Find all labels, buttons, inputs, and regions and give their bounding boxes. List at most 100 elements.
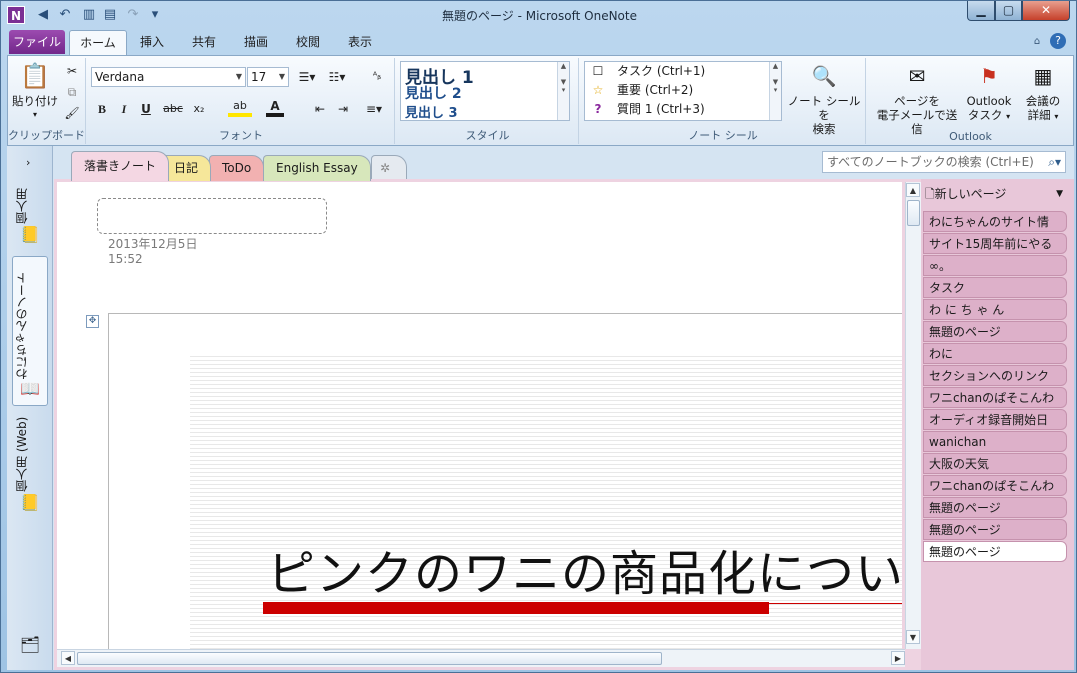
page-tab[interactable]: ワニchanのぱそこんわ	[923, 387, 1067, 408]
page-tab[interactable]: サイト15周年前にやる	[923, 233, 1067, 254]
page-tab[interactable]: セクションへのリンク	[923, 365, 1067, 386]
vertical-scrollbar[interactable]: ▲ ▼	[905, 182, 921, 649]
tab-draw[interactable]: 描画	[241, 30, 271, 55]
copy-icon[interactable]: ⧉	[63, 83, 81, 101]
underline-button[interactable]: U	[138, 100, 154, 118]
cut-icon[interactable]: ✂	[63, 62, 81, 80]
scroll-up-icon[interactable]: ▲	[906, 183, 920, 197]
clipboard-group-label: クリップボード	[8, 129, 85, 142]
font-name-select[interactable]: Verdana ▼	[91, 67, 246, 87]
page-tab[interactable]: 無題のページ	[923, 519, 1067, 540]
style-heading-3[interactable]: 見出し 3	[405, 102, 458, 121]
onenote-window: N ◀ ↶ ▥ ▤ ↷ ▾ 無題のページ - Microsoft OneNote…	[0, 0, 1077, 673]
page-tab[interactable]: wanichan	[923, 431, 1067, 452]
question-icon: ?	[594, 102, 602, 116]
page-tab-active[interactable]: 無題のページ	[923, 541, 1067, 562]
notebook-web-icon: 📒	[20, 493, 40, 512]
font-group-label: フォント	[219, 129, 263, 142]
find-tags-icon: 🔍	[811, 64, 837, 88]
tab-home[interactable]: ホーム	[69, 30, 127, 55]
notebook-personal[interactable]: 個人用	[13, 182, 47, 224]
styles-gallery-scroll[interactable]: ▲ ▼ ▾	[557, 62, 569, 120]
page-tab[interactable]: わに	[923, 343, 1067, 364]
page-tab[interactable]: タスク	[923, 277, 1067, 298]
tag-task[interactable]: ☐ タスク (Ctrl+1)	[589, 62, 706, 81]
tags-gallery-scroll[interactable]: ▲ ▼ ▾	[769, 62, 781, 120]
find-tags-button[interactable]: 🔍 ノート シールを 検索	[785, 60, 863, 136]
tab-insert[interactable]: 挿入	[137, 30, 167, 55]
numbering-icon[interactable]: ☷▾	[325, 68, 349, 86]
search-icon[interactable]: ⌕▾	[1048, 152, 1061, 172]
new-section-tab[interactable]: ✲	[371, 155, 407, 181]
section-tab-english-essay[interactable]: English Essay	[263, 155, 371, 181]
styles-group-label: スタイル	[465, 129, 510, 142]
search-input[interactable]: すべてのノートブックの検索 (Ctrl+E) ⌕▾	[822, 151, 1066, 173]
outlook-tasks-button[interactable]: ⚑ Outlook タスク ▾	[964, 60, 1014, 124]
scroll-right-icon[interactable]: ▶	[891, 651, 905, 665]
font-size-select[interactable]: 17 ▼	[247, 67, 289, 87]
notebook-wani[interactable]: わにちゃんのノート	[13, 264, 47, 380]
minimize-button[interactable]: ▁	[967, 1, 995, 21]
chevron-down-icon[interactable]: ▼	[1056, 183, 1063, 205]
notebook-personal-web[interactable]: 個人用 (Web)	[13, 412, 47, 492]
page-date-text: 2013年12月5日	[108, 237, 198, 251]
ribbon: 📋 貼り付け ▾ ✂ ⧉ 🖌 クリップボード Verdana ▼ 17 ▼ ☰▾ ☷…	[7, 55, 1074, 146]
tag-question[interactable]: ? 質問 1 (Ctrl+3)	[589, 100, 705, 119]
highlight-button[interactable]: ab	[228, 99, 252, 117]
italic-button[interactable]: I	[116, 100, 132, 118]
maximize-button[interactable]: ▢	[995, 1, 1022, 21]
unfiled-notes-icon[interactable]: 🗂	[19, 634, 41, 656]
move-handle-icon[interactable]: ✥	[86, 315, 99, 328]
section-tabs: 落書きノート 日記 ToDo English Essay ✲	[61, 151, 801, 181]
page-tab[interactable]: わ に ち ゃ ん	[923, 299, 1067, 320]
help-icon[interactable]: ?	[1050, 33, 1066, 49]
page-frame: 2013年12月5日 15:52 ✥ ピンクのワニの商品化について ▲ ▼ ◀ …	[54, 179, 921, 670]
tab-review[interactable]: 校閲	[293, 30, 323, 55]
scroll-left-icon[interactable]: ◀	[61, 651, 75, 665]
paste-button[interactable]: 📋 貼り付け ▾	[12, 60, 58, 122]
clear-format-icon[interactable]: ᴬᵦ	[366, 68, 388, 86]
outlook-group: ✉ ページを 電子メールで送信 ⚑ Outlook タスク ▾ ▦ 会議の 詳細…	[868, 58, 1073, 144]
new-section-icon: ✲	[380, 161, 391, 175]
page-heading[interactable]: ピンクのワニの商品化について	[267, 534, 902, 604]
page-tab[interactable]: ワニchanのぱそこんわ	[923, 475, 1067, 496]
page-tab[interactable]: 大阪の天気	[923, 453, 1067, 474]
meeting-details-button[interactable]: ▦ 会議の 詳細 ▾	[1018, 60, 1068, 124]
font-color-button[interactable]: A	[266, 99, 284, 117]
calendar-icon: ▦	[1033, 64, 1053, 88]
subscript-button[interactable]: x₂	[188, 100, 210, 118]
decrease-indent-icon[interactable]: ⇤	[311, 100, 329, 118]
page-tab[interactable]: オーディオ録音開始日	[923, 409, 1067, 430]
tag-important[interactable]: ☆ 重要 (Ctrl+2)	[589, 81, 694, 100]
bullets-icon[interactable]: ☰▾	[295, 68, 319, 86]
email-page-button[interactable]: ✉ ページを 電子メールで送信	[872, 60, 962, 136]
tab-view[interactable]: 表示	[345, 30, 375, 55]
tab-file[interactable]: ファイル	[9, 30, 65, 54]
section-tab-todo[interactable]: ToDo	[209, 155, 265, 181]
page-tab[interactable]: わにちゃんのサイト情	[923, 211, 1067, 232]
page-canvas[interactable]: 2013年12月5日 15:52 ✥ ピンクのワニの商品化について	[57, 182, 902, 649]
page-tab[interactable]: 無題のページ	[923, 497, 1067, 518]
page-tab[interactable]: ∞。	[923, 255, 1067, 276]
tab-share[interactable]: 共有	[189, 30, 219, 55]
page-title-box[interactable]	[97, 198, 327, 234]
horizontal-scrollbar[interactable]: ◀ ▶	[57, 649, 905, 667]
close-button[interactable]: ✕	[1022, 1, 1070, 21]
scroll-down-icon[interactable]: ▼	[906, 630, 920, 644]
red-underline	[769, 603, 902, 604]
align-icon[interactable]: ≡▾	[362, 100, 386, 118]
star-icon: ☆	[592, 83, 604, 97]
new-page-button[interactable]: 🗋新しいページ ▼	[921, 183, 1071, 205]
collapse-ribbon-icon[interactable]: ⌂	[1034, 36, 1040, 47]
format-painter-icon[interactable]: 🖌	[63, 104, 81, 122]
page-tab[interactable]: 無題のページ	[923, 321, 1067, 342]
increase-indent-icon[interactable]: ⇥	[334, 100, 352, 118]
strikethrough-button[interactable]: abc	[160, 100, 186, 118]
horizontal-scroll-thumb[interactable]	[77, 652, 662, 665]
paste-label: 貼り付け	[12, 94, 58, 108]
expand-nav-icon[interactable]: ›	[26, 156, 30, 169]
bold-button[interactable]: B	[94, 100, 110, 118]
section-tab-rakugaki[interactable]: 落書きノート	[71, 151, 170, 181]
vertical-scroll-thumb[interactable]	[907, 200, 920, 226]
style-heading-2[interactable]: 見出し 2	[405, 83, 462, 103]
